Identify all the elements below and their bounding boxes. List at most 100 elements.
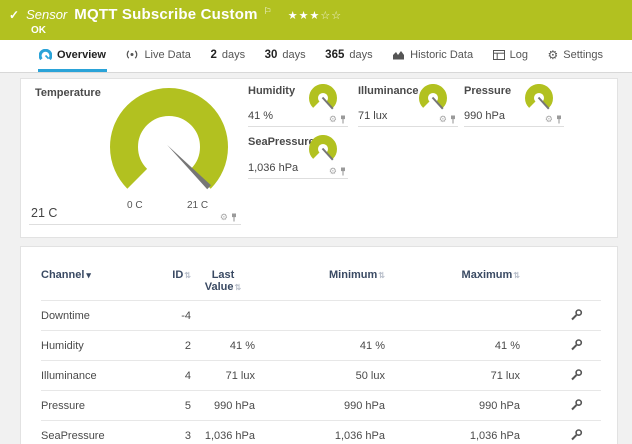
stars-empty[interactable]: ☆☆ <box>320 10 342 22</box>
channels-panel: Channel▾ ID⇅ LastValue⇅ Minimum⇅ Maximum… <box>20 246 618 444</box>
channel-settings-icon[interactable] <box>570 398 583 411</box>
sensor-name: MQTT Subscribe Custom <box>74 6 257 23</box>
table-row: Downtime -4 <box>41 301 601 331</box>
tab-30-days[interactable]: 30 days <box>264 40 307 72</box>
gauge-value: 990 hPa <box>464 110 505 122</box>
tab-number: 30 <box>265 49 278 61</box>
gauge-value: 71 lux <box>358 110 387 122</box>
tab-365-days[interactable]: 365 days <box>324 40 373 72</box>
tab-label: days <box>349 49 372 61</box>
channel-settings-icon[interactable] <box>570 308 583 321</box>
channel-minimum: 41 % <box>255 331 385 361</box>
stars-filled[interactable]: ★★★ <box>288 10 321 22</box>
sort-icon: ⇅ <box>378 271 385 280</box>
channel-maximum: 41 % <box>385 331 520 361</box>
column-header-last-value[interactable]: LastValue⇅ <box>191 261 255 301</box>
gauge-title: Pressure <box>464 85 511 97</box>
sensor-status-badge: OK <box>31 25 46 36</box>
pin-icon[interactable] <box>340 115 346 124</box>
flag-icon[interactable]: ⚐ <box>264 6 272 17</box>
pin-icon[interactable] <box>231 213 237 222</box>
sensor-type-label: Sensor <box>26 7 67 22</box>
table-row: Humidity 2 41 % 41 % 41 % <box>41 331 601 361</box>
sensor-tabbar: Overview Live Data 2 days 30 days 365 da… <box>0 40 632 73</box>
channel-last-value <box>191 301 255 331</box>
table-row: SeaPressure 3 1,036 hPa 1,036 hPa 1,036 … <box>41 421 601 444</box>
channel-id: 3 <box>151 421 191 444</box>
channel-maximum: 1,036 hPa <box>385 421 520 444</box>
seapressure-gauge-icon <box>304 135 344 166</box>
channel-gear-icon[interactable]: ⚙ <box>220 213 228 222</box>
gauge-value: 41 % <box>248 110 273 122</box>
gauge-actions: ⚙ <box>329 115 346 124</box>
gauge-scale-min: 0 C <box>127 200 143 211</box>
gauge-block-temperature: Temperature 0 C 21 C 21 C ⚙ <box>29 85 241 225</box>
gauge-actions: ⚙ <box>439 115 456 124</box>
channel-name: Illuminance <box>41 361 151 391</box>
tab-2-days[interactable]: 2 days <box>209 40 246 72</box>
channel-name: Downtime <box>41 301 151 331</box>
gauge-title: Humidity <box>248 85 295 97</box>
tab-log[interactable]: Log <box>492 40 529 72</box>
channel-id: 2 <box>151 331 191 361</box>
column-header-minimum[interactable]: Minimum⇅ <box>255 261 385 301</box>
live-signal-icon <box>125 49 139 60</box>
tab-live-data[interactable]: Live Data <box>124 40 191 72</box>
channel-last-value: 41 % <box>191 331 255 361</box>
pin-icon[interactable] <box>340 167 346 176</box>
channel-id: 5 <box>151 391 191 421</box>
channel-gear-icon[interactable]: ⚙ <box>545 115 553 124</box>
chart-icon <box>392 50 405 60</box>
tab-label: days <box>222 49 245 61</box>
column-header-channel[interactable]: Channel▾ <box>41 261 151 301</box>
gauge-scale-max: 21 C <box>187 200 208 211</box>
channel-gear-icon[interactable]: ⚙ <box>439 115 447 124</box>
channel-settings-icon[interactable] <box>570 428 583 441</box>
channel-gear-icon[interactable]: ⚙ <box>329 167 337 176</box>
tab-label: Log <box>510 49 528 61</box>
channel-last-value: 990 hPa <box>191 391 255 421</box>
pin-icon[interactable] <box>450 115 456 124</box>
sensor-overview-page: ✓ Sensor MQTT Subscribe Custom ⚐ ★★★☆☆ O… <box>0 0 632 444</box>
gauge-title: Temperature <box>35 87 101 99</box>
humidity-gauge-icon <box>304 84 344 115</box>
gauge-block-humidity: Humidity 41 % ⚙ <box>248 85 348 127</box>
sensor-header: ✓ Sensor MQTT Subscribe Custom ⚐ ★★★☆☆ O… <box>0 0 632 40</box>
sort-caret-icon: ▾ <box>86 270 91 280</box>
column-header-maximum[interactable]: Maximum⇅ <box>385 261 520 301</box>
gauge-block-seapressure: SeaPressure 1,036 hPa ⚙ <box>248 136 348 179</box>
channel-name: Humidity <box>41 331 151 361</box>
channel-last-value: 71 lux <box>191 361 255 391</box>
illuminance-gauge-icon <box>414 84 454 115</box>
sort-icon: ⇅ <box>235 283 242 292</box>
tab-label: days <box>282 49 305 61</box>
table-header-row: Channel▾ ID⇅ LastValue⇅ Minimum⇅ Maximum… <box>41 261 601 301</box>
pin-icon[interactable] <box>556 115 562 124</box>
column-header-id[interactable]: ID⇅ <box>151 261 191 301</box>
channel-minimum: 50 lux <box>255 361 385 391</box>
tab-label: Live Data <box>144 49 190 61</box>
tab-settings[interactable]: ⚙ Settings <box>546 40 604 72</box>
channel-name: Pressure <box>41 391 151 421</box>
gauge-icon <box>39 49 52 61</box>
priority-stars[interactable]: ★★★☆☆ <box>288 9 342 22</box>
tab-label: Historic Data <box>410 49 473 61</box>
tab-overview[interactable]: Overview <box>38 40 107 72</box>
gauges-panel: Temperature 0 C 21 C 21 C ⚙ Humidity 41 … <box>20 78 618 238</box>
gauge-actions: ⚙ <box>220 213 237 222</box>
sort-icon: ⇅ <box>513 271 520 280</box>
gear-icon: ⚙ <box>547 49 558 61</box>
channel-settings-icon[interactable] <box>570 368 583 381</box>
pressure-gauge-icon <box>520 84 560 115</box>
channel-settings-icon[interactable] <box>570 338 583 351</box>
channel-id: 4 <box>151 361 191 391</box>
gauge-value: 21 C <box>31 206 57 220</box>
gauge-title: Illuminance <box>358 85 419 97</box>
channel-gear-icon[interactable]: ⚙ <box>329 115 337 124</box>
gauge-block-illuminance: Illuminance 71 lux ⚙ <box>358 85 458 127</box>
channel-id: -4 <box>151 301 191 331</box>
temperature-gauge-icon <box>99 85 239 205</box>
channel-minimum <box>255 301 385 331</box>
table-row: Pressure 5 990 hPa 990 hPa 990 hPa <box>41 391 601 421</box>
tab-historic-data[interactable]: Historic Data <box>391 40 474 72</box>
